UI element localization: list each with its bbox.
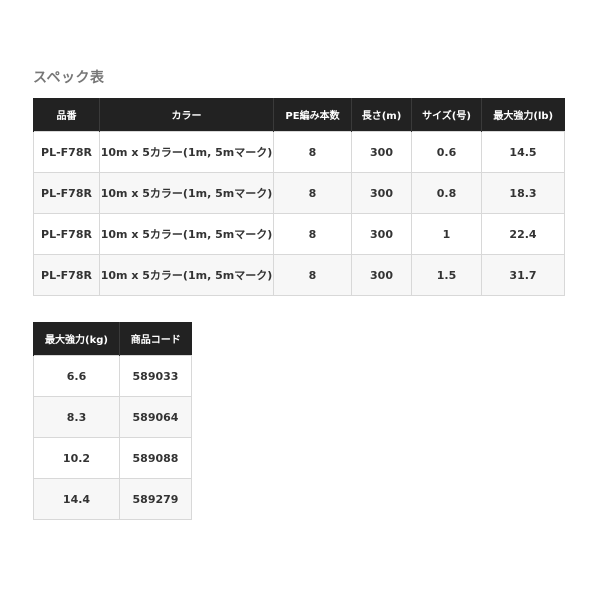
cell-length: 300 xyxy=(351,254,412,296)
header-max-strength-kg: 最大強力(kg) xyxy=(33,322,120,356)
cell-color: 10m x 5カラー(1m, 5mマーク) xyxy=(99,254,274,296)
cell-product-number: PL-F78R xyxy=(33,172,100,214)
cell-color: 10m x 5カラー(1m, 5mマーク) xyxy=(99,213,274,255)
table-header-row: 最大強力(kg) 商品コード xyxy=(33,322,192,356)
cell-size: 0.6 xyxy=(411,131,482,173)
cell-max-strength-lb: 18.3 xyxy=(481,172,565,214)
cell-max-strength-lb: 14.5 xyxy=(481,131,565,173)
cell-max-strength-kg: 14.4 xyxy=(33,478,120,520)
cell-pe-strands: 8 xyxy=(273,213,352,255)
cell-size: 0.8 xyxy=(411,172,482,214)
table-row: 8.3 589064 xyxy=(33,396,192,438)
table-row: PL-F78R 10m x 5カラー(1m, 5mマーク) 8 300 0.6 … xyxy=(33,131,565,173)
cell-product-code: 589064 xyxy=(119,396,192,438)
section-title: スペック表 xyxy=(33,70,105,86)
cell-pe-strands: 8 xyxy=(273,254,352,296)
cell-pe-strands: 8 xyxy=(273,172,352,214)
cell-max-strength-lb: 22.4 xyxy=(481,213,565,255)
table-row: 6.6 589033 xyxy=(33,355,192,397)
table-row: PL-F78R 10m x 5カラー(1m, 5mマーク) 8 300 1.5 … xyxy=(33,254,565,296)
header-product-code: 商品コード xyxy=(119,322,192,356)
cell-max-strength-kg: 10.2 xyxy=(33,437,120,479)
table-row: 10.2 589088 xyxy=(33,437,192,479)
cell-color: 10m x 5カラー(1m, 5mマーク) xyxy=(99,172,274,214)
table-row: 14.4 589279 xyxy=(33,478,192,520)
header-pe-strands: PE編み本数 xyxy=(273,98,352,132)
cell-product-number: PL-F78R xyxy=(33,254,100,296)
spec-table-secondary: 最大強力(kg) 商品コード 6.6 589033 8.3 589064 10.… xyxy=(33,322,192,520)
cell-product-code: 589033 xyxy=(119,355,192,397)
cell-length: 300 xyxy=(351,172,412,214)
cell-max-strength-kg: 8.3 xyxy=(33,396,120,438)
cell-pe-strands: 8 xyxy=(273,131,352,173)
cell-length: 300 xyxy=(351,213,412,255)
cell-size: 1.5 xyxy=(411,254,482,296)
cell-product-number: PL-F78R xyxy=(33,213,100,255)
cell-product-code: 589279 xyxy=(119,478,192,520)
table-row: PL-F78R 10m x 5カラー(1m, 5mマーク) 8 300 0.8 … xyxy=(33,172,565,214)
page: スペック表 品番 カラー PE編み本数 長さ(m) サイズ(号) 最大強力(lb… xyxy=(0,0,600,600)
cell-max-strength-kg: 6.6 xyxy=(33,355,120,397)
cell-max-strength-lb: 31.7 xyxy=(481,254,565,296)
cell-product-number: PL-F78R xyxy=(33,131,100,173)
header-product-number: 品番 xyxy=(33,98,100,132)
table-header-row: 品番 カラー PE編み本数 長さ(m) サイズ(号) 最大強力(lb) xyxy=(33,98,565,132)
cell-size: 1 xyxy=(411,213,482,255)
table-row: PL-F78R 10m x 5カラー(1m, 5mマーク) 8 300 1 22… xyxy=(33,213,565,255)
cell-color: 10m x 5カラー(1m, 5mマーク) xyxy=(99,131,274,173)
spec-table-main: 品番 カラー PE編み本数 長さ(m) サイズ(号) 最大強力(lb) PL-F… xyxy=(33,98,565,296)
header-length: 長さ(m) xyxy=(351,98,412,132)
header-max-strength-lb: 最大強力(lb) xyxy=(481,98,565,132)
header-size: サイズ(号) xyxy=(411,98,482,132)
header-color: カラー xyxy=(99,98,274,132)
cell-product-code: 589088 xyxy=(119,437,192,479)
cell-length: 300 xyxy=(351,131,412,173)
